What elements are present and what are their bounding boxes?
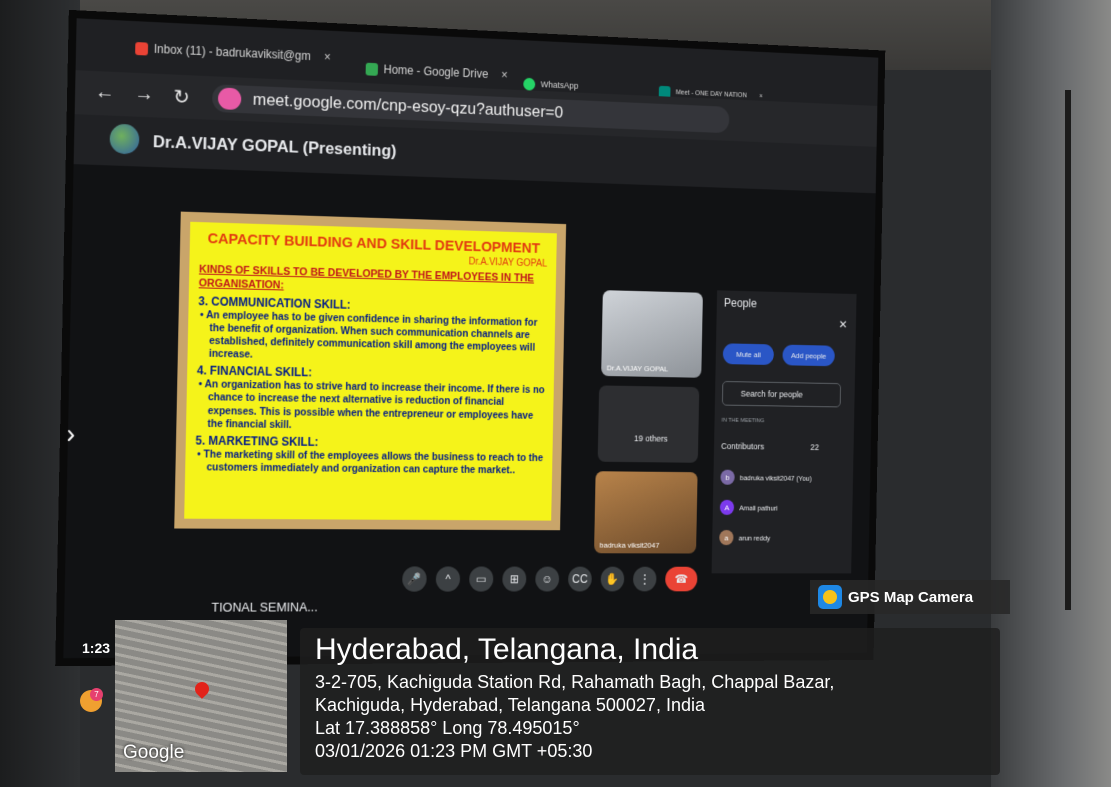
tab-label: Home - Google Drive — [383, 62, 489, 81]
tile-label: Dr.A.VIJAY GOPAL — [606, 363, 669, 374]
tab-gmail[interactable]: Inbox (11) - badrukaviksit@gm × — [135, 35, 331, 70]
contributors-count: 22 — [810, 442, 820, 452]
tile-label: badruka viksit2047 — [599, 540, 660, 550]
section-label: IN THE MEETING — [721, 417, 765, 425]
captions-icon[interactable]: CC — [567, 566, 592, 592]
search-input[interactable]: Search for people — [721, 381, 842, 408]
reload-icon[interactable]: ↻ — [173, 84, 190, 109]
map-brand: Google — [123, 742, 185, 763]
participant-row[interactable]: b badruka viksit2047 (You) — [720, 469, 812, 486]
tab-label: Inbox (11) - badrukaviksit@gm — [153, 41, 311, 64]
end-call-button[interactable]: ☎ — [665, 566, 698, 592]
tile-label: 19 others — [634, 433, 668, 444]
slide-bullet: • An organization has to strive hard to … — [198, 378, 545, 431]
tab-label: WhatsApp — [540, 79, 579, 91]
map-pin-icon — [192, 679, 212, 699]
tab-drive[interactable]: Home - Google Drive × — [365, 56, 508, 88]
avatar: b — [720, 469, 735, 485]
gps-label: GPS Map Camera — [848, 588, 974, 606]
whatsapp-icon — [523, 77, 536, 91]
participant-name: Amali pathuri — [739, 503, 778, 512]
forward-icon[interactable]: → — [134, 83, 154, 107]
drive-icon — [365, 62, 379, 76]
close-icon[interactable]: × — [501, 68, 508, 82]
location-address-2: Kachiguda, Hyderabad, Telangana 500027, … — [315, 695, 705, 715]
location-datetime: 03/01/2026 01:23 PM GMT +05:30 — [315, 741, 593, 761]
location-coords: Lat 17.388858° Long 78.495015° — [315, 718, 580, 738]
back-icon[interactable]: ← — [95, 81, 115, 105]
mute-all-button[interactable]: Mute all — [722, 343, 775, 366]
wall-pipe — [1065, 90, 1071, 610]
video-tile-self[interactable]: badruka viksit2047 — [594, 471, 698, 554]
meeting-controls: 🎤 ^ ▭ ⊞ ☺ CC ✋ ⋮ ☎ — [402, 566, 698, 592]
presentation-slide: CAPACITY BUILDING AND SKILL DEVELOPMENT … — [174, 211, 567, 531]
avatar: A — [719, 499, 735, 515]
site-info-icon[interactable] — [217, 87, 242, 111]
map-thumbnail: Google — [115, 620, 287, 772]
display-screen: Inbox (11) - badrukaviksit@gm × Home - G… — [63, 18, 879, 659]
taskbar-time: 1:23 — [82, 640, 111, 656]
location-city: Hyderabad, Telangana, India — [315, 633, 699, 666]
participant-row[interactable]: a arun reddy — [719, 529, 771, 546]
video-tile-others[interactable]: 19 others — [597, 385, 700, 463]
panel-title: People — [723, 296, 757, 311]
slide-bullet: • The marketing skill of the employees a… — [197, 448, 544, 477]
gps-camera-icon — [818, 585, 842, 609]
add-people-button[interactable]: Add people — [782, 344, 835, 367]
more-icon[interactable]: ⋮ — [632, 566, 657, 592]
slide-bullet: • An employee has to be given confidence… — [199, 308, 538, 361]
contributors-label[interactable]: Contributors — [721, 441, 764, 451]
participant-name: badruka viksit2047 (You) — [739, 473, 812, 483]
people-panel: People ✕ Mute all Add people Search for … — [711, 290, 857, 574]
participant-row[interactable]: A Amali pathuri — [719, 499, 778, 515]
mic-icon[interactable]: 🎤 — [402, 566, 427, 592]
close-icon[interactable]: × — [324, 50, 331, 64]
present-icon[interactable]: ⊞ — [502, 566, 527, 592]
close-icon[interactable]: × — [759, 93, 763, 100]
emoji-icon[interactable]: ☺ — [535, 566, 560, 592]
gps-camera-badge: GPS Map Camera — [810, 580, 1010, 614]
notification-count: 7 — [90, 688, 103, 701]
meeting-name: TIONAL SEMINA... — [211, 599, 318, 615]
participant-name: arun reddy — [738, 533, 771, 542]
avatar: a — [719, 529, 734, 546]
chevron-up-icon[interactable]: ^ — [435, 566, 461, 592]
location-address-1: 3-2-705, Kachiguda Station Rd, Rahamath … — [315, 672, 835, 692]
gmail-icon — [135, 41, 149, 56]
close-icon[interactable]: ✕ — [839, 318, 848, 331]
room-wall-right — [991, 0, 1111, 787]
raise-hand-icon[interactable]: ✋ — [600, 566, 625, 592]
video-tile-presenter[interactable]: Dr.A.VIJAY GOPAL — [601, 290, 703, 378]
camera-icon[interactable]: ▭ — [469, 566, 494, 592]
